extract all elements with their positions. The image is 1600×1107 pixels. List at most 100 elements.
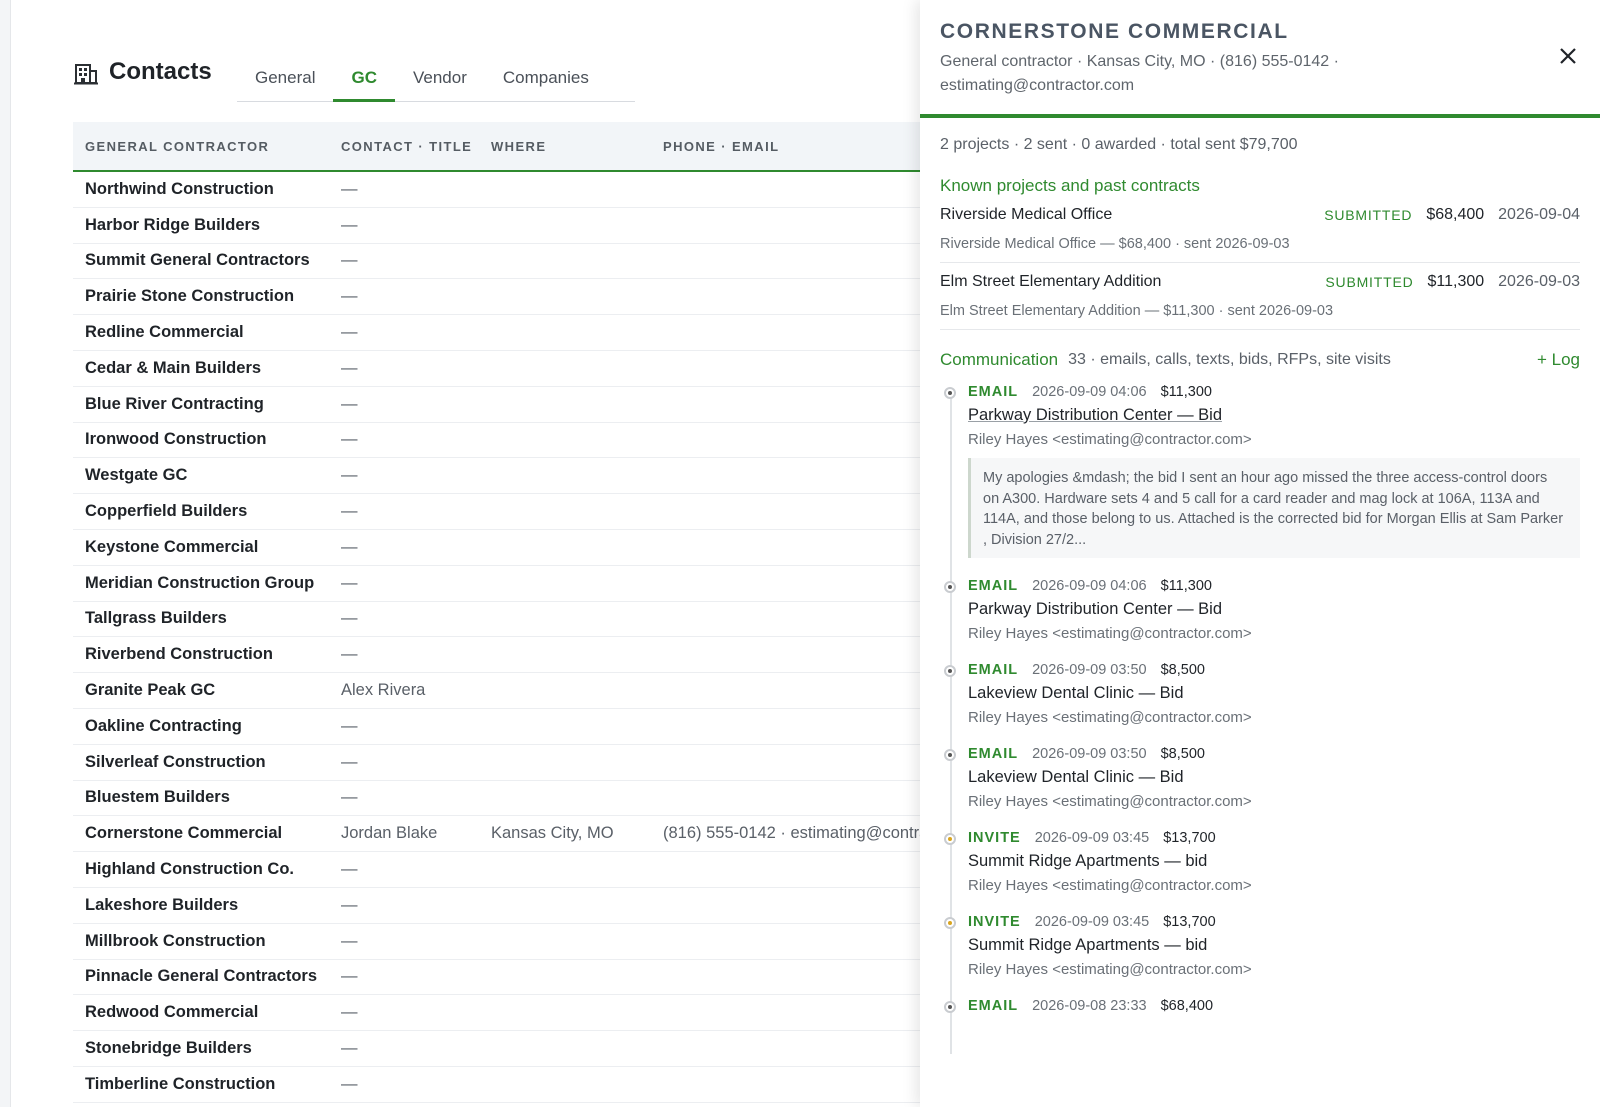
project-item[interactable]: Elm Street Elementary Addition SUBMITTED… [940,263,1580,330]
contact-title: — [341,573,358,592]
table-row[interactable]: Stonebridge Builders — [73,1031,933,1067]
entry-sender: Riley Hayes <estimating@contractor.com> [968,709,1252,726]
project-date: 2026-09-03 [1498,273,1580,290]
table-row[interactable]: Keystone Commercial — [73,530,933,566]
timeline-item[interactable]: EMAIL 2026-09-09 03:50 $8,500 Lakeview Dent… [944,746,1580,810]
table-row[interactable]: Cedar & Main Builders — [73,351,933,387]
contact-title: — [341,466,358,485]
table-row[interactable]: Tallgrass Builders — [73,602,933,638]
contact-title: — [341,967,358,986]
table-row[interactable]: Copperfield Builders — [73,494,933,530]
entry-amount: $13,700 [1163,830,1216,846]
entry-amount: $68,400 [1160,998,1214,1014]
project-amount: $11,300 [1427,273,1485,290]
table-row[interactable]: Cornerstone Commercial Jordan Blake Kansas… [73,816,933,853]
tab-gc[interactable]: GC [333,60,395,102]
table-row[interactable]: Ironwood Construction — [73,423,933,459]
project-item[interactable]: Riverside Medical Office SUBMITTED $68,4… [940,196,1580,263]
table-row[interactable]: Bluestem Builders — [73,781,933,817]
phone-email: (816) 555-0142 · estimating@contractor.c… [663,824,933,843]
table-row[interactable]: Oakline Contracting — [73,709,933,745]
entry-amount: $8,500 [1160,746,1205,762]
table-row[interactable]: Northwind Construction — [73,172,933,208]
timeline-meta: EMAIL 2026-09-09 04:06 $11,300 [968,578,1580,594]
drawer-subtitle: General contractor · Kansas City, MO · (… [940,53,1339,94]
timeline-meta: EMAIL 2026-09-09 03:50 $8,500 [968,746,1580,762]
table-row[interactable]: Pinnacle General Contractors — [73,960,933,996]
contractor-name: Cornerstone Commercial [85,824,283,843]
entry-amount: $11,300 [1160,384,1212,400]
column-header-contact-title[interactable]: CONTACT · TITLE [341,139,491,154]
entry-timestamp: 2026-09-09 04:06 [1032,384,1147,400]
timeline-item[interactable]: EMAIL 2026-09-09 04:06 $11,300 Parkway Dist… [944,384,1580,558]
timeline-item[interactable]: EMAIL 2026-09-09 04:06 $11,300 Parkway Dist… [944,578,1580,642]
table-row[interactable]: Riverbend Construction — [73,637,933,674]
contact-title: — [341,895,358,914]
timeline-dot-icon [944,833,956,845]
table-row[interactable]: Granite Peak GC Alex Rivera [73,673,933,709]
entry-subject: Summit Ridge Apartments — bid [968,936,1208,954]
timeline-item[interactable]: EMAIL 2026-09-09 03:50 $8,500 Lakeview Dent… [944,662,1580,726]
projects-section-title: Known projects and past contracts [940,176,1200,195]
entry-timestamp: 2026-09-09 03:50 [1032,746,1147,762]
tab-companies[interactable]: Companies [485,60,607,102]
table-row[interactable]: Millbrook Construction — [73,924,933,960]
column-header-where[interactable]: WHERE [491,139,663,154]
table-row[interactable]: Summit General Contractors — [73,244,933,280]
column-header-phone-email[interactable]: PHONE · EMAIL [663,139,933,154]
timeline-meta: EMAIL 2026-09-09 04:06 $11,300 [968,384,1580,400]
contractor-name: Stonebridge Builders [85,1039,252,1058]
communication-title: Communication [940,350,1059,369]
location: Kansas City, MO [491,824,614,843]
table-header: GENERAL CONTRACTOR CONTACT · TITLE WHERE… [73,122,933,172]
entry-amount: $13,700 [1163,914,1216,930]
contractor-name: Ironwood Construction [85,430,267,449]
timeline-meta: INVITE 2026-09-09 03:45 $13,700 [968,914,1580,930]
timeline-item[interactable]: INVITE 2026-09-09 03:45 $13,700 Summit Ridg… [944,830,1580,894]
entry-subject: Lakeview Dental Clinic — Bid [968,768,1184,786]
timeline-dot-icon [944,749,956,761]
table-row[interactable]: Redline Commercial — [73,315,933,351]
table-row[interactable]: Prairie Stone Construction — [73,279,933,316]
project-date: 2026-09-04 [1498,206,1580,223]
project-detail: Riverside Medical Office — $68,400 · sen… [940,236,1290,252]
contractor-name: Keystone Commercial [85,537,259,556]
table-row[interactable]: Meridian Construction Group — [73,566,933,602]
building-icon [74,64,98,85]
tab-general[interactable]: General [237,60,333,102]
entry-amount: $11,300 [1160,578,1212,594]
contact-title: — [341,1074,358,1093]
communication-header: Communication 33 · emails, calls, texts,… [940,350,1580,370]
contact-title: — [341,788,358,807]
timeline-meta: EMAIL 2026-09-09 03:50 $8,500 [968,662,1580,678]
table-row[interactable]: Redwood Commercial — [73,995,933,1032]
contact-title: — [341,287,358,306]
contractor-name: Copperfield Builders [85,502,248,521]
contractor-name: Harbor Ridge Builders [85,215,261,234]
table-row[interactable]: Harbor Ridge Builders — [73,208,933,244]
contact-title: — [341,645,358,664]
contacts-table: GENERAL CONTRACTOR CONTACT · TITLE WHERE… [73,122,933,1103]
contact-title: — [341,502,358,521]
close-button[interactable] [1558,46,1578,66]
entry-subject: Lakeview Dental Clinic — Bid [968,684,1184,702]
log-button[interactable]: + Log [1537,350,1580,370]
table-row[interactable]: Westgate GC — [73,458,933,495]
tab-vendor[interactable]: Vendor [395,60,485,102]
timeline-item[interactable]: EMAIL 2026-09-08 23:33 $68,400 [944,998,1580,1014]
contact-detail-drawer: CORNERSTONE COMMERCIAL General contracto… [920,0,1600,1107]
entry-timestamp: 2026-09-08 23:33 [1032,998,1147,1014]
column-header-general-contractor[interactable]: GENERAL CONTRACTOR [73,139,341,154]
table-row[interactable]: Highland Construction Co. — [73,852,933,888]
status-badge: SUBMITTED [1325,274,1414,290]
timeline-item[interactable]: INVITE 2026-09-09 03:45 $13,700 Summit Ridg… [944,914,1580,978]
status-badge: SUBMITTED [1324,207,1413,223]
entry-subject[interactable]: Parkway Distribution Center — Bid [968,406,1580,425]
table-row[interactable]: Blue River Contracting — [73,387,933,423]
entry-timestamp: 2026-09-09 03:45 [1034,830,1150,846]
table-row[interactable]: Silverleaf Construction — [73,745,933,781]
table-row[interactable]: Timberline Construction — [73,1067,933,1103]
timeline-dot-icon [944,917,956,929]
table-row[interactable]: Lakeshore Builders — [73,888,933,924]
entry-type: EMAIL [968,578,1019,594]
